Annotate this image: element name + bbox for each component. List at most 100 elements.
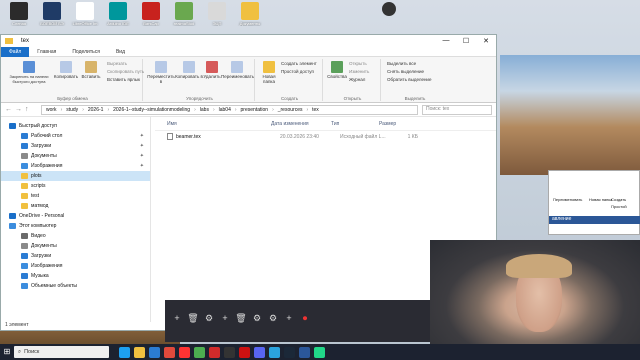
breadcrumb-item[interactable]: study <box>66 107 78 113</box>
dock-button[interactable]: + <box>219 312 231 324</box>
column-type[interactable]: Тип <box>331 121 379 127</box>
nav-item[interactable]: Быстрый доступ <box>1 121 150 131</box>
nav-item[interactable]: Загрузки ✦ <box>1 141 150 151</box>
desktop-icon[interactable]: Слепая <box>4 2 34 26</box>
nav-item[interactable]: Документы <box>1 241 150 251</box>
move-to-button[interactable]: Переместить в <box>147 61 175 84</box>
breadcrumb-item[interactable]: 2026-1 <box>88 107 104 113</box>
breadcrumb-item[interactable]: labs <box>200 107 209 113</box>
breadcrumb-separator[interactable]: › <box>235 107 237 113</box>
nav-item[interactable]: Музыка <box>1 271 150 281</box>
breadcrumb-separator[interactable]: › <box>61 107 63 113</box>
second-easy-button[interactable]: Простой <box>611 204 627 209</box>
yandex-icon[interactable] <box>179 346 190 358</box>
column-name[interactable]: Имя <box>155 121 271 127</box>
desktop-icon[interactable]: ЭЦП <box>202 2 232 26</box>
properties-button[interactable]: Свойства <box>327 61 347 79</box>
select-none-button[interactable]: Снять выделение <box>387 69 424 74</box>
nav-item[interactable]: test <box>1 191 150 201</box>
chrome-icon[interactable] <box>164 346 175 358</box>
close-button[interactable]: ✕ <box>476 37 496 45</box>
open-button[interactable]: Открыть <box>349 61 367 66</box>
back-button[interactable]: ← <box>5 106 15 113</box>
copy-to-button[interactable]: Копировать в <box>175 61 203 79</box>
breadcrumb-item[interactable]: 2026-1--study--simulationmodeling <box>113 107 190 113</box>
desktop-icon[interactable]: BarsCap <box>136 2 166 26</box>
new-folder-button[interactable]: Новая папка <box>259 61 279 84</box>
breadcrumb-separator[interactable]: › <box>107 107 109 113</box>
nav-item[interactable]: plots <box>1 171 150 181</box>
discord-icon[interactable] <box>254 346 265 358</box>
column-date[interactable]: Дата изменения <box>271 121 331 127</box>
nav-item[interactable]: Изображения <box>1 261 150 271</box>
tab-view[interactable]: Вид <box>108 49 133 55</box>
nav-item[interactable]: Изображения ✦ <box>1 161 150 171</box>
nav-item[interactable]: scripts <box>1 181 150 191</box>
easy-access-button[interactable]: Простой доступ <box>281 69 314 74</box>
edge-icon[interactable] <box>119 346 130 358</box>
forward-button[interactable]: → <box>15 106 25 113</box>
maximize-button[interactable]: ☐ <box>456 37 476 45</box>
desktop-icon[interactable]: БОЕВОЙ БЭ <box>37 2 67 26</box>
dock-button[interactable]: ⚙ <box>251 312 263 324</box>
second-create-button[interactable]: Создать <box>611 197 626 202</box>
pycharm-icon[interactable] <box>314 346 325 358</box>
tab-share[interactable]: Поделиться <box>64 49 108 55</box>
nav-item[interactable]: Этот компьютер <box>1 221 150 231</box>
breadcrumb[interactable]: work › study › 2026-1 › 2026-1--study--simulat… <box>41 104 418 115</box>
column-size[interactable]: Размер <box>379 121 409 127</box>
dock-button[interactable]: ⚙ <box>267 312 279 324</box>
minimize-button[interactable]: — <box>436 37 456 45</box>
steam-icon[interactable] <box>284 346 295 358</box>
dock-button[interactable]: 🗑 <box>235 312 247 324</box>
breadcrumb-separator[interactable]: › <box>213 107 215 113</box>
breadcrumb-separator[interactable]: › <box>82 107 84 113</box>
opera-icon[interactable] <box>209 346 220 358</box>
taskbar-search[interactable]: ⌕ Поиск <box>14 346 109 358</box>
edit-button[interactable]: Изменить <box>349 69 369 74</box>
breadcrumb-item[interactable]: _resources <box>278 107 303 113</box>
new-item-button[interactable]: Создать элемент <box>281 61 317 66</box>
desktop-icon[interactable]: realmaStud <box>169 2 199 26</box>
pin-quick-access-button[interactable]: Закрепить на панели быстрого доступа <box>5 61 53 84</box>
dock-button[interactable]: ⏺ <box>299 312 311 324</box>
dock-button[interactable]: 🗑 <box>187 312 199 324</box>
explorer-icon[interactable] <box>134 346 145 358</box>
search-input[interactable]: Поиск: tex <box>422 104 492 115</box>
acrobat-icon[interactable] <box>239 346 250 358</box>
minecraft-icon[interactable] <box>194 346 205 358</box>
dock-button[interactable]: ⚙ <box>203 312 215 324</box>
second-rename-button[interactable]: Переименовать <box>553 197 582 202</box>
nav-item[interactable]: матмод <box>1 201 150 211</box>
history-button[interactable]: Журнал <box>349 77 365 82</box>
breadcrumb-separator[interactable]: › <box>272 107 274 113</box>
breadcrumb-separator[interactable]: › <box>194 107 196 113</box>
desktop-icon[interactable]: Документы <box>235 2 265 26</box>
breadcrumb-item[interactable]: lab04 <box>219 107 231 113</box>
tab-home[interactable]: Главная <box>29 49 64 55</box>
dock-button[interactable]: + <box>283 312 295 324</box>
nav-item[interactable]: Загрузки <box>1 251 150 261</box>
breadcrumb-separator[interactable]: › <box>306 107 308 113</box>
paste-button[interactable]: Вставить <box>79 61 103 79</box>
nav-item[interactable]: Объемные объекты <box>1 281 150 291</box>
up-button[interactable]: ↑ <box>25 106 35 113</box>
paste-shortcut-button[interactable]: Вставить ярлык <box>107 77 140 82</box>
desktop-icon[interactable]: Arduino IDE <box>103 2 133 26</box>
dock-button[interactable]: + <box>171 312 183 324</box>
delete-button[interactable]: Удалить <box>203 61 221 79</box>
second-new-folder-button[interactable]: Новая папка <box>589 197 612 202</box>
tab-file[interactable]: Файл <box>1 46 30 57</box>
breadcrumb-item[interactable]: tex <box>312 107 319 113</box>
nav-item[interactable]: Рабочий стол ✦ <box>1 131 150 141</box>
desktop-icon[interactable]: LibreOffice Im <box>70 2 100 26</box>
breadcrumb-item[interactable]: work <box>46 107 57 113</box>
word-icon[interactable] <box>299 346 310 358</box>
select-all-button[interactable]: Выделить все <box>387 61 416 66</box>
cut-button[interactable]: Вырезать <box>107 61 127 66</box>
nav-item[interactable]: Видео <box>1 231 150 241</box>
rename-button[interactable]: Переименовать <box>221 61 254 79</box>
obs-icon[interactable] <box>224 346 235 358</box>
copy-button[interactable]: Копировать <box>51 61 81 79</box>
telegram-icon[interactable] <box>269 346 280 358</box>
